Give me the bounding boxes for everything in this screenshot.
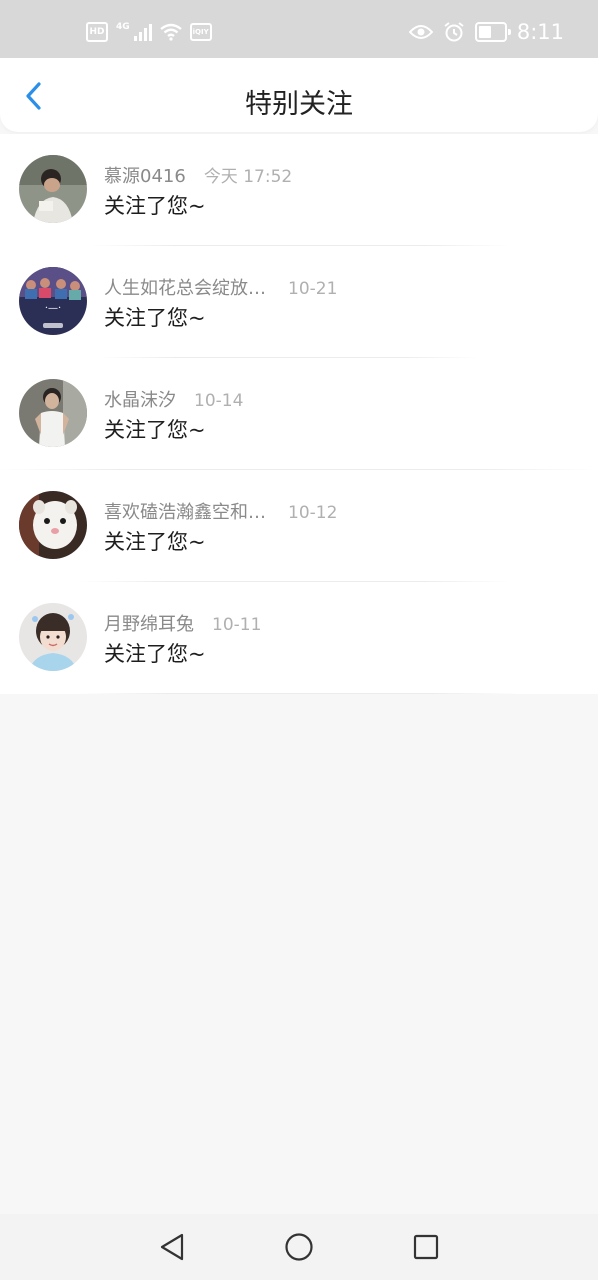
avatar[interactable] [19,379,87,447]
avatar[interactable] [19,155,87,223]
network-type: 4G [116,22,130,32]
triangle-back-icon [160,1233,184,1261]
wifi-icon [159,23,182,41]
square-recents-icon [413,1234,439,1260]
list-item[interactable]: 慕源0416 今天 17:52 关注了您~ [0,134,598,246]
app-badge-icon: iQIY [189,23,212,41]
user-name[interactable]: 喜欢磕浩瀚鑫空和… [104,498,266,524]
avatar[interactable] [19,491,87,559]
status-time: 8:11 [516,20,564,44]
meta-line: 慕源0416 今天 17:52 [104,162,292,188]
header: 特别关注 [0,58,598,132]
user-name[interactable]: 月野绵耳兔 [104,610,194,636]
list-item[interactable]: 月野绵耳兔 10-11 关注了您~ [0,582,598,694]
item-time: 10-21 [288,279,338,299]
list-item[interactable]: 喜欢磕浩瀚鑫空和… 10-12 关注了您~ [0,470,598,582]
item-time: 今天 17:52 [203,167,293,187]
item-time: 10-11 [212,615,262,635]
item-action-text: 关注了您~ [104,194,206,218]
item-action-text: 关注了您~ [104,418,206,442]
battery-icon [474,22,511,42]
nav-home-button[interactable] [282,1230,316,1264]
status-bar: HD 4G iQIY 8:11 [0,0,598,58]
signal-icon [133,23,152,41]
circle-home-icon [285,1233,313,1261]
list-item[interactable]: 水晶沫汐 10-14 关注了您~ [0,358,598,470]
avatar[interactable] [19,603,87,671]
svg-text:·—·: ·—· [45,303,61,314]
user-name[interactable]: 人生如花总会绽放… [104,274,266,300]
user-name[interactable]: 慕源0416 [104,162,186,188]
alarm-icon [444,22,464,42]
item-time: 10-14 [194,391,244,411]
status-right-group: 8:11 [408,20,564,44]
item-action-text: 关注了您~ [104,642,206,666]
meta-line: 月野绵耳兔 10-11 [104,610,261,636]
item-action-text: 关注了您~ [104,530,206,554]
item-time: 10-12 [288,503,338,523]
status-left-group: HD 4G iQIY [86,22,212,42]
meta-line: 水晶沫汐 10-14 [104,386,243,412]
list-item[interactable]: ·—· 人生如花总会绽放… 10-21 关注了您~ [0,246,598,358]
meta-line: 人生如花总会绽放… 10-21 [104,274,337,300]
avatar[interactable]: ·—· [19,267,87,335]
hd-icon: HD [86,22,108,42]
eye-icon [408,25,433,39]
system-nav-bar [0,1214,598,1280]
follow-list: 慕源0416 今天 17:52 关注了您~ ·—· 人生如花总会绽放… 10-2… [0,134,598,694]
meta-line: 喜欢磕浩瀚鑫空和… 10-12 [104,498,337,524]
nav-recents-button[interactable] [409,1230,443,1264]
page-title: 特别关注 [245,89,353,120]
nav-back-button[interactable] [155,1230,189,1264]
item-action-text: 关注了您~ [104,306,206,330]
user-name[interactable]: 水晶沫汐 [104,386,176,412]
divider [80,693,520,694]
